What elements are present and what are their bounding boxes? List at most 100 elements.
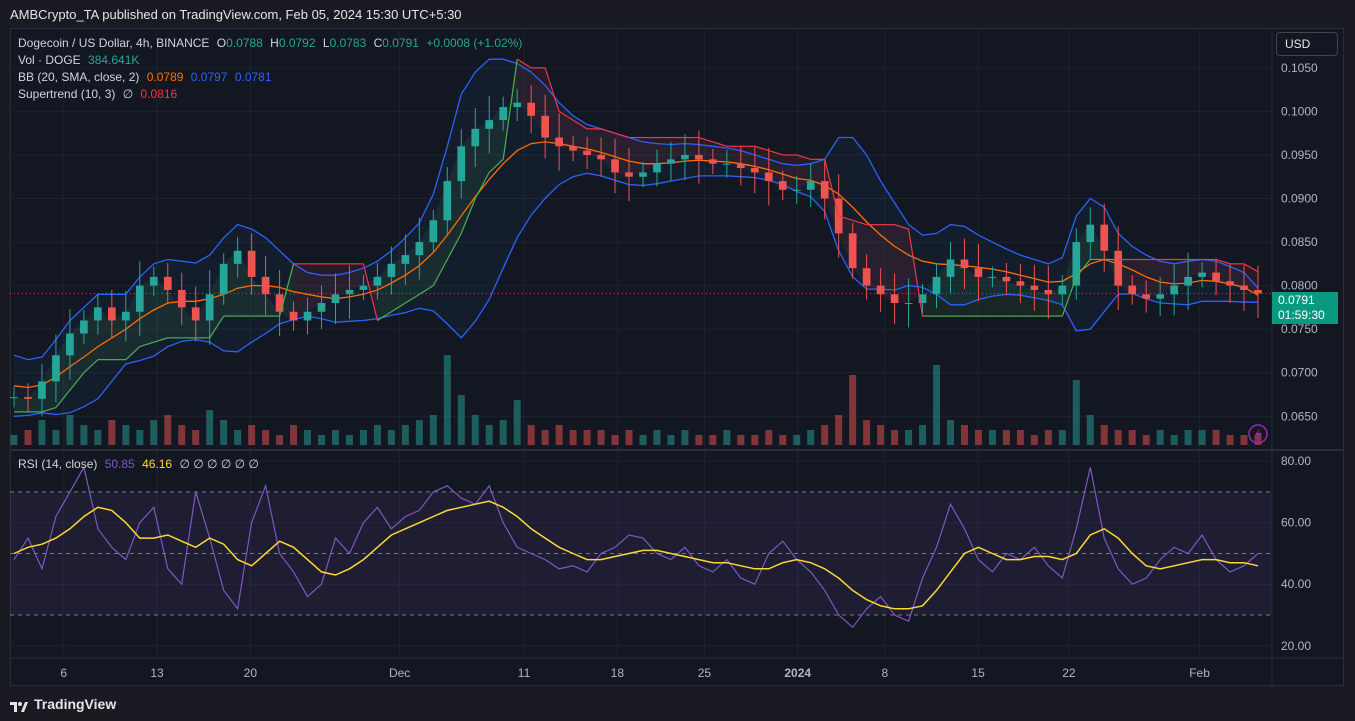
price-tick-label: 0.0700 — [1281, 366, 1318, 380]
tradingview-brand[interactable]: TradingView — [10, 696, 116, 712]
time-tick-label: 15 — [971, 666, 985, 680]
candle-body — [848, 233, 857, 269]
time-tick-label: 18 — [611, 666, 625, 680]
time-tick-label: 22 — [1062, 666, 1076, 680]
candle-body — [541, 115, 549, 138]
candle-body — [1184, 276, 1192, 286]
candle-body — [709, 159, 717, 164]
volume-bar — [667, 435, 675, 445]
candle-body — [1114, 250, 1123, 286]
time-tick-label: Dec — [389, 666, 410, 680]
rsi-tick-label: 20.00 — [1281, 639, 1311, 653]
volume-bar — [583, 430, 591, 445]
volume-bar — [499, 420, 507, 445]
chart-canvas[interactable]: 0.10500.10000.09500.09000.08500.08000.07… — [0, 0, 1355, 721]
candle-body — [163, 276, 172, 290]
candle-body — [191, 307, 200, 321]
candle-body — [820, 181, 829, 199]
candle-body — [471, 128, 480, 147]
time-tick-label: 13 — [150, 666, 164, 680]
volume-bar — [960, 425, 968, 445]
volume-bar — [290, 425, 298, 445]
candle-body — [764, 172, 773, 182]
bb-label[interactable]: BB (20, SMA, close, 2) — [18, 70, 139, 84]
candle-body — [876, 285, 885, 295]
candle-body — [289, 311, 298, 321]
volume-bar — [835, 415, 843, 445]
candle-body — [373, 276, 382, 286]
volume-bar — [415, 420, 423, 445]
rsi-legend: RSI (14, close) 50.85 46.16 ∅ ∅ ∅ ∅ ∅ ∅ — [18, 457, 263, 471]
volume-bar — [373, 425, 381, 445]
candle-body — [695, 154, 703, 160]
volume-bar — [150, 420, 158, 445]
candle-body — [667, 159, 675, 164]
price-tick-label: 0.1050 — [1281, 61, 1318, 75]
volume-bar — [541, 430, 549, 445]
candle-body — [415, 242, 424, 256]
price-tick-label: 0.0900 — [1281, 192, 1318, 206]
rsi-band — [10, 491, 1272, 616]
candle-body — [1086, 224, 1095, 243]
l-label: L — [322, 36, 330, 50]
volume-bar — [737, 435, 745, 445]
supertrend-label[interactable]: Supertrend (10, 3) — [18, 87, 115, 101]
volume-bar — [443, 355, 451, 445]
volume-bar — [1086, 415, 1094, 445]
volume-bar — [933, 365, 941, 445]
candle-body — [1100, 224, 1109, 251]
volume-bar — [206, 410, 214, 445]
candle-body — [429, 220, 438, 243]
volume-bar — [849, 375, 857, 445]
volume-bar — [485, 425, 493, 445]
volume-label[interactable]: Vol · DOGE — [18, 53, 81, 67]
candle-body — [66, 333, 74, 356]
candle-body — [317, 303, 326, 312]
volume-bar — [513, 400, 521, 445]
volume-bar — [527, 425, 535, 445]
volume-bar — [709, 435, 717, 445]
volume-bar — [10, 435, 18, 445]
candle-body — [513, 102, 522, 108]
volume-bar — [276, 435, 284, 445]
c-value: 0.0791 — [382, 36, 419, 50]
o-label: O — [216, 36, 227, 50]
rsi-tick-label: 60.00 — [1281, 516, 1311, 530]
volume-bar — [122, 425, 130, 445]
volume-bar — [94, 430, 102, 445]
price-tick-label: 0.0850 — [1281, 235, 1318, 249]
time-tick-label: 20 — [244, 666, 258, 680]
volume-bar — [429, 415, 437, 445]
candle-body — [80, 320, 88, 334]
candle-body — [527, 102, 536, 116]
volume-bar — [262, 430, 270, 445]
currency-button[interactable]: USD — [1276, 32, 1338, 56]
time-axis: 6 13 20 Dec 11 18 25 2024 8 15 22 Feb — [60, 666, 1210, 680]
time-tick-label: 2024 — [784, 666, 811, 680]
rsi-label[interactable]: RSI (14, close) — [18, 457, 97, 471]
volume-bar — [653, 430, 661, 445]
volume-bar — [611, 435, 619, 445]
candle-body — [1072, 242, 1081, 286]
bollinger-bands — [13, 58, 1259, 417]
candle-body — [1142, 294, 1151, 299]
volume-bar — [765, 430, 773, 445]
symbol-name[interactable]: Dogecoin / US Dollar, 4h, BINANCE — [18, 36, 209, 50]
volume-bars — [10, 355, 1262, 445]
candle-body — [52, 355, 60, 382]
candle-body — [107, 307, 116, 321]
volume-bar — [1184, 430, 1192, 445]
volume-bar — [1114, 430, 1122, 445]
price-tick-label: 0.0950 — [1281, 148, 1318, 162]
o-value: 0.0788 — [226, 36, 263, 50]
rsi-value: 50.85 — [104, 457, 135, 471]
volume-bar — [1058, 430, 1066, 445]
h-value: 0.0792 — [278, 36, 316, 50]
candle-body — [778, 181, 787, 190]
candle-body — [960, 259, 969, 269]
price-tick-label: 0.1000 — [1281, 104, 1318, 118]
candle-body — [555, 137, 563, 147]
volume-bar — [1002, 430, 1010, 445]
volume-bar — [318, 435, 325, 445]
price-tick-label: 0.0750 — [1281, 322, 1318, 336]
